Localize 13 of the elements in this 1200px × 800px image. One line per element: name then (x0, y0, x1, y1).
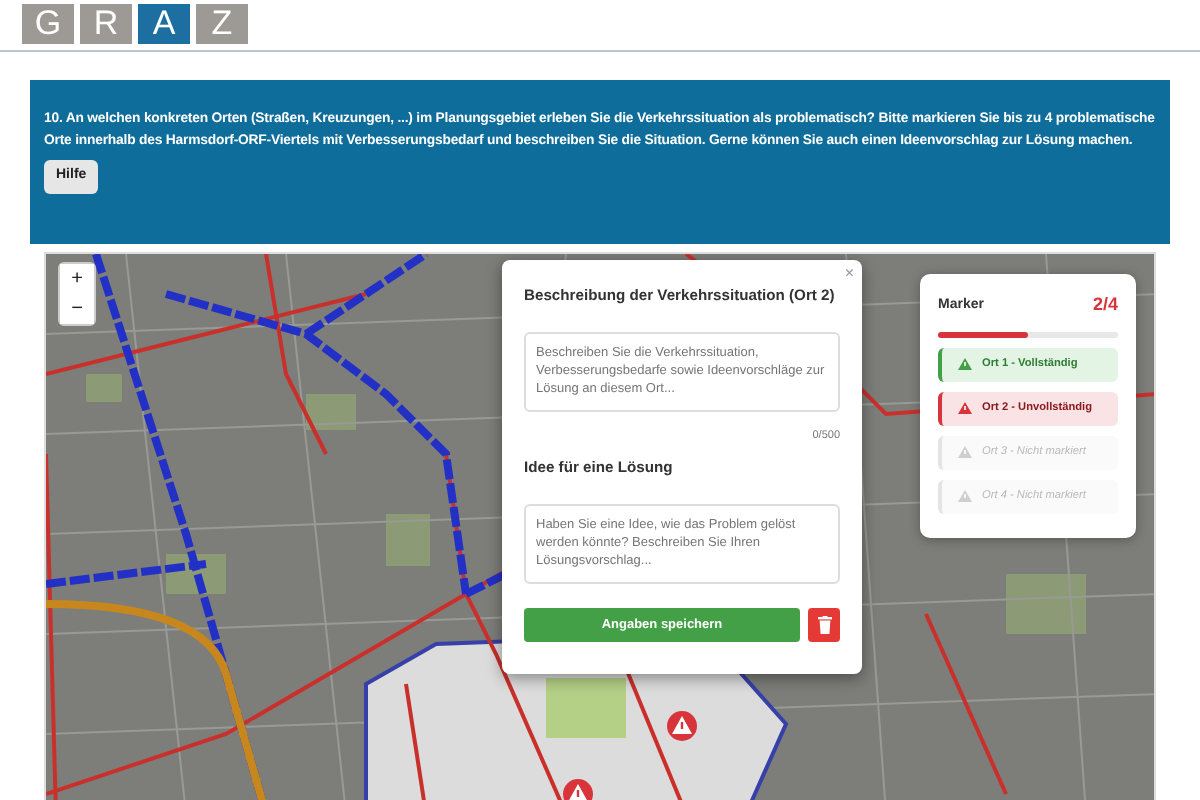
logo-letter: G (22, 4, 74, 44)
delete-button[interactable] (808, 608, 840, 643)
warning-icon (958, 402, 972, 414)
marker-count: 2/4 (1092, 292, 1118, 318)
close-button[interactable]: × (844, 262, 854, 286)
warning-icon (958, 358, 972, 370)
trash-icon (817, 616, 831, 635)
warning-marker-icon[interactable] (666, 710, 698, 742)
logo-letter: A (138, 4, 190, 44)
logo-letter: Z (196, 4, 248, 44)
warning-icon (958, 446, 972, 458)
warning-icon (958, 490, 972, 502)
logo-letter: R (80, 4, 132, 44)
